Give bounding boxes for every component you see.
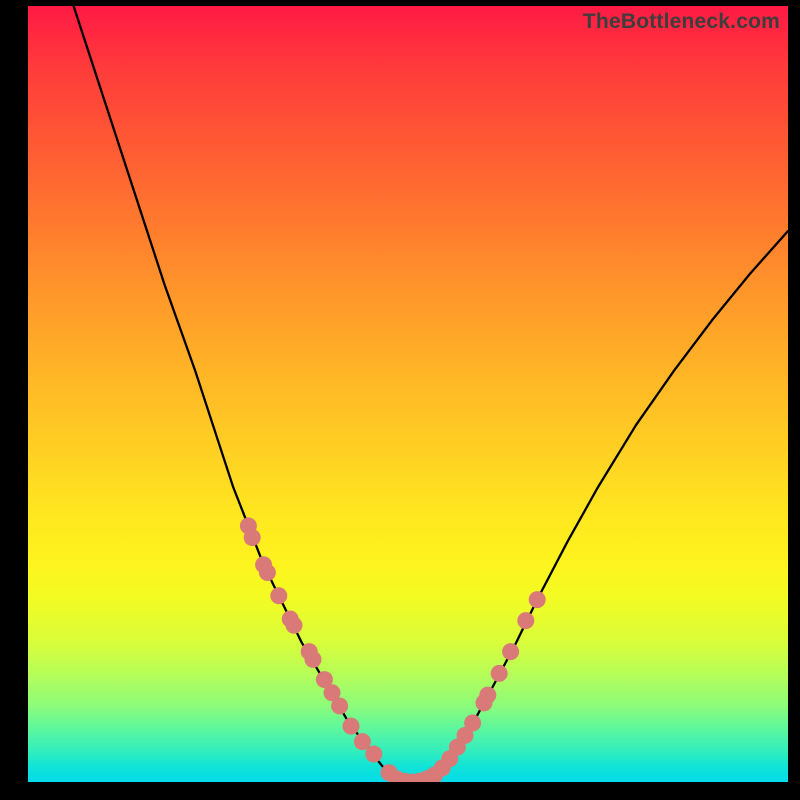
data-point bbox=[491, 665, 508, 682]
points-layer bbox=[240, 517, 546, 782]
data-point bbox=[305, 651, 322, 668]
data-point bbox=[365, 746, 382, 763]
data-point bbox=[502, 643, 519, 660]
data-point bbox=[244, 529, 261, 546]
data-point bbox=[517, 612, 534, 629]
chart-svg bbox=[28, 6, 788, 782]
curve-layer bbox=[74, 6, 788, 782]
data-point bbox=[479, 687, 496, 704]
chart-frame: TheBottleneck.com bbox=[28, 6, 788, 782]
data-point bbox=[331, 697, 348, 714]
data-point bbox=[343, 718, 360, 735]
data-point bbox=[270, 587, 287, 604]
data-point bbox=[464, 715, 481, 732]
data-point bbox=[259, 564, 276, 581]
bottleneck-curve bbox=[74, 6, 788, 782]
data-point bbox=[529, 591, 546, 608]
data-point bbox=[286, 617, 303, 634]
